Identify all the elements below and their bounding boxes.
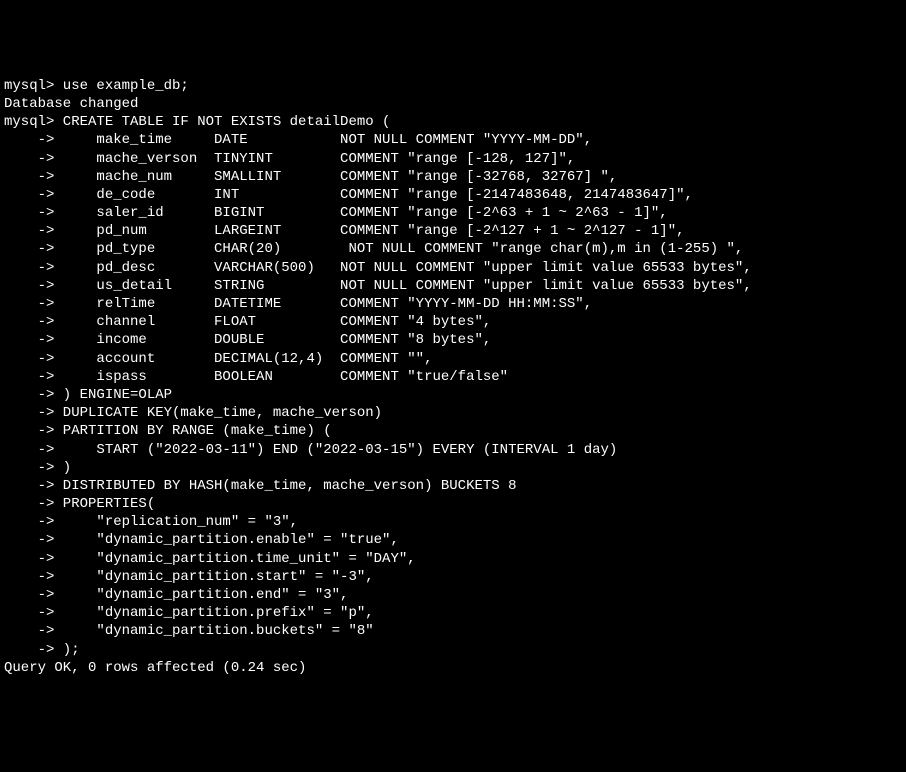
terminal-line: -> income DOUBLE COMMENT "8 bytes", <box>4 331 902 349</box>
terminal-line: -> PARTITION BY RANGE (make_time) ( <box>4 422 902 440</box>
terminal-line: Database changed <box>4 95 902 113</box>
terminal-line: Query OK, 0 rows affected (0.24 sec) <box>4 659 902 677</box>
terminal-line: -> PROPERTIES( <box>4 495 902 513</box>
terminal-line: -> "dynamic_partition.prefix" = "p", <box>4 604 902 622</box>
terminal-line: -> "dynamic_partition.time_unit" = "DAY"… <box>4 550 902 568</box>
terminal-line: mysql> CREATE TABLE IF NOT EXISTS detail… <box>4 113 902 131</box>
terminal-line: -> pd_type CHAR(20) NOT NULL COMMENT "ra… <box>4 240 902 258</box>
terminal-line: -> ); <box>4 641 902 659</box>
terminal-line: -> ) <box>4 459 902 477</box>
terminal-line: -> account DECIMAL(12,4) COMMENT "", <box>4 350 902 368</box>
terminal-line: -> pd_num LARGEINT COMMENT "range [-2^12… <box>4 222 902 240</box>
terminal-line: -> "replication_num" = "3", <box>4 513 902 531</box>
terminal-line: -> de_code INT COMMENT "range [-21474836… <box>4 186 902 204</box>
terminal-line: -> saler_id BIGINT COMMENT "range [-2^63… <box>4 204 902 222</box>
terminal-output: mysql> use example_db;Database changedmy… <box>4 77 902 677</box>
terminal-line: -> "dynamic_partition.start" = "-3", <box>4 568 902 586</box>
terminal-line: -> "dynamic_partition.enable" = "true", <box>4 531 902 549</box>
terminal-line: -> us_detail STRING NOT NULL COMMENT "up… <box>4 277 902 295</box>
terminal-line: -> ispass BOOLEAN COMMENT "true/false" <box>4 368 902 386</box>
terminal-line: -> "dynamic_partition.end" = "3", <box>4 586 902 604</box>
terminal-line: -> make_time DATE NOT NULL COMMENT "YYYY… <box>4 131 902 149</box>
terminal-line: -> DISTRIBUTED BY HASH(make_time, mache_… <box>4 477 902 495</box>
terminal-line: -> DUPLICATE KEY(make_time, mache_verson… <box>4 404 902 422</box>
terminal-line: mysql> use example_db; <box>4 77 902 95</box>
terminal-line: -> channel FLOAT COMMENT "4 bytes", <box>4 313 902 331</box>
terminal-line: -> mache_num SMALLINT COMMENT "range [-3… <box>4 168 902 186</box>
terminal-line: -> "dynamic_partition.buckets" = "8" <box>4 622 902 640</box>
terminal-line: -> START ("2022-03-11") END ("2022-03-15… <box>4 441 902 459</box>
terminal-line: -> pd_desc VARCHAR(500) NOT NULL COMMENT… <box>4 259 902 277</box>
terminal-line: -> relTime DATETIME COMMENT "YYYY-MM-DD … <box>4 295 902 313</box>
terminal-line: -> mache_verson TINYINT COMMENT "range [… <box>4 150 902 168</box>
terminal-line: -> ) ENGINE=OLAP <box>4 386 902 404</box>
